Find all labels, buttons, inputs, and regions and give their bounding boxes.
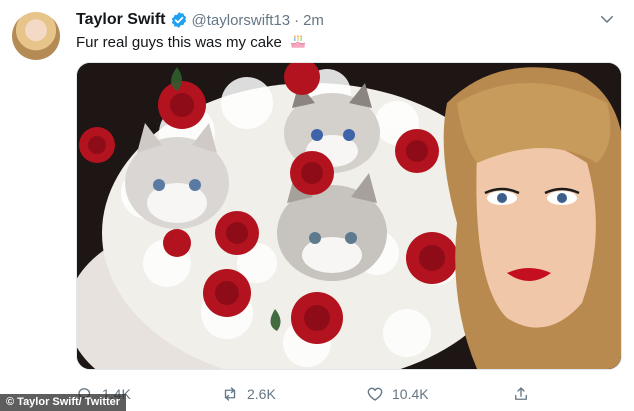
retweet-button[interactable]: 2.6K xyxy=(221,382,276,406)
like-button[interactable]: 10.4K xyxy=(366,382,429,406)
tweet-text: Fur real guys this was my cake xyxy=(76,32,307,53)
portrait-photo xyxy=(443,67,621,369)
chevron-down-icon[interactable] xyxy=(598,10,616,28)
tweet-actions: 1.4K 2.6K 10.4K xyxy=(76,382,620,406)
photo-credit: © Taylor Swift/ Twitter xyxy=(0,394,127,411)
verified-badge-icon xyxy=(171,12,186,28)
retweet-count: 2.6K xyxy=(247,386,276,402)
separator-dot: · xyxy=(294,11,300,29)
retweet-icon xyxy=(224,387,236,401)
share-button[interactable] xyxy=(512,382,538,406)
like-count: 10.4K xyxy=(392,386,429,402)
heart-icon xyxy=(367,387,383,401)
tweet-photo[interactable] xyxy=(76,62,622,370)
author-name[interactable]: Taylor Swift xyxy=(76,11,166,29)
cat-figurine xyxy=(277,173,387,281)
tweet-header: Taylor Swift @taylorswift13 · 2m xyxy=(76,10,324,30)
author-handle[interactable]: @taylorswift13 xyxy=(192,12,291,29)
tweet-body: Fur real guys this was my cake xyxy=(76,34,282,51)
timestamp[interactable]: 2m xyxy=(303,12,324,29)
share-icon xyxy=(515,387,527,400)
birthday-cake-icon xyxy=(291,35,306,48)
avatar[interactable] xyxy=(12,12,60,60)
